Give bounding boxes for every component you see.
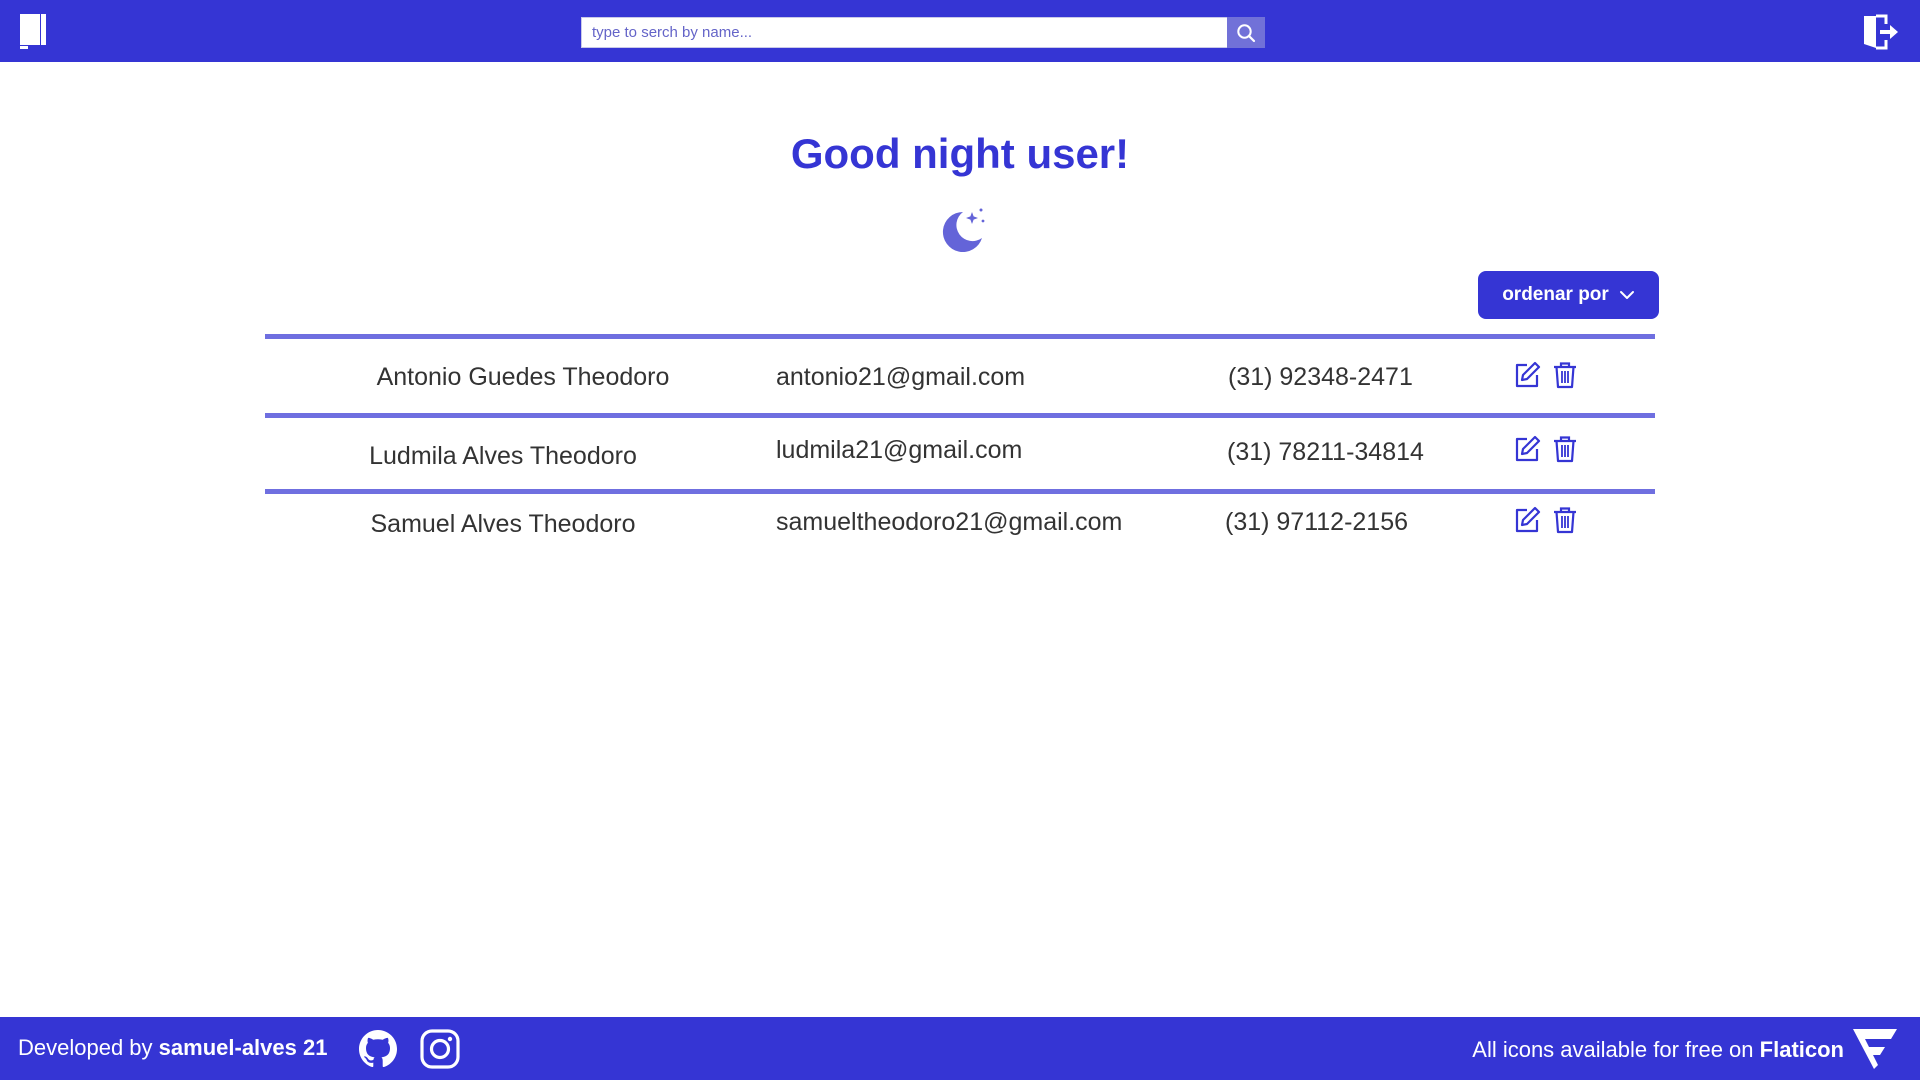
credit-prefix: All icons available for free on bbox=[1472, 1037, 1754, 1062]
sort-label: ordenar por bbox=[1502, 284, 1609, 305]
edit-icon[interactable] bbox=[1513, 506, 1541, 534]
contact-email: antonio21@gmail.com bbox=[776, 363, 1026, 391]
contact-phone: (31) 97112-2156 bbox=[1225, 508, 1409, 536]
contact-list: Antonio Guedes Theodoro antonio21@gmail.… bbox=[265, 334, 1655, 568]
moon-stars-icon bbox=[942, 208, 985, 252]
row-actions bbox=[1513, 506, 1579, 534]
top-bar bbox=[0, 0, 1920, 62]
github-icon[interactable] bbox=[357, 1028, 399, 1070]
contact-row: Ludmila Alves Theodoro ludmila21@gmail.c… bbox=[265, 413, 1655, 489]
row-actions bbox=[1513, 435, 1579, 463]
contact-phone: (31) 78211-34814 bbox=[1227, 438, 1424, 466]
contact-phone: (31) 92348-2471 bbox=[1228, 363, 1413, 391]
credit-brand[interactable]: Flaticon bbox=[1760, 1037, 1844, 1062]
trash-icon[interactable] bbox=[1551, 506, 1579, 534]
edit-icon[interactable] bbox=[1513, 435, 1541, 463]
trash-icon[interactable] bbox=[1551, 361, 1579, 389]
sort-dropdown-button[interactable]: ordenar por bbox=[1478, 271, 1659, 319]
greeting-title: Good night user! bbox=[790, 130, 1130, 177]
contact-name: Ludmila Alves Theodoro bbox=[369, 442, 637, 470]
notebook-icon[interactable] bbox=[20, 14, 46, 50]
search-button[interactable] bbox=[1227, 17, 1265, 48]
contact-name: Samuel Alves Theodoro bbox=[370, 510, 636, 538]
logout-icon[interactable] bbox=[1862, 14, 1900, 50]
row-actions bbox=[1513, 361, 1579, 389]
chevron-down-icon bbox=[1619, 291, 1634, 299]
developer-credit: Developed by samuel-alves 21 bbox=[18, 1035, 327, 1061]
footer: Developed by samuel-alves 21 All icons a… bbox=[0, 1017, 1920, 1080]
contact-row: Samuel Alves Theodoro samueltheodoro21@g… bbox=[265, 489, 1655, 568]
edit-icon[interactable] bbox=[1513, 361, 1541, 389]
flaticon-logo-icon[interactable] bbox=[1851, 1027, 1899, 1071]
search-bar bbox=[581, 17, 1265, 48]
developer-name[interactable]: samuel-alves 21 bbox=[159, 1035, 328, 1060]
icons-credit: All icons available for free on Flaticon bbox=[1472, 1037, 1844, 1063]
contact-email: ludmila21@gmail.com bbox=[776, 436, 1023, 464]
search-input[interactable] bbox=[581, 17, 1227, 48]
search-icon bbox=[1237, 23, 1256, 42]
developer-prefix: Developed by bbox=[18, 1035, 153, 1060]
trash-icon[interactable] bbox=[1551, 435, 1579, 463]
contact-name: Antonio Guedes Theodoro bbox=[376, 363, 670, 391]
instagram-icon[interactable] bbox=[419, 1028, 461, 1070]
contact-email: samueltheodoro21@gmail.com bbox=[776, 508, 1123, 536]
contact-row: Antonio Guedes Theodoro antonio21@gmail.… bbox=[265, 334, 1655, 413]
